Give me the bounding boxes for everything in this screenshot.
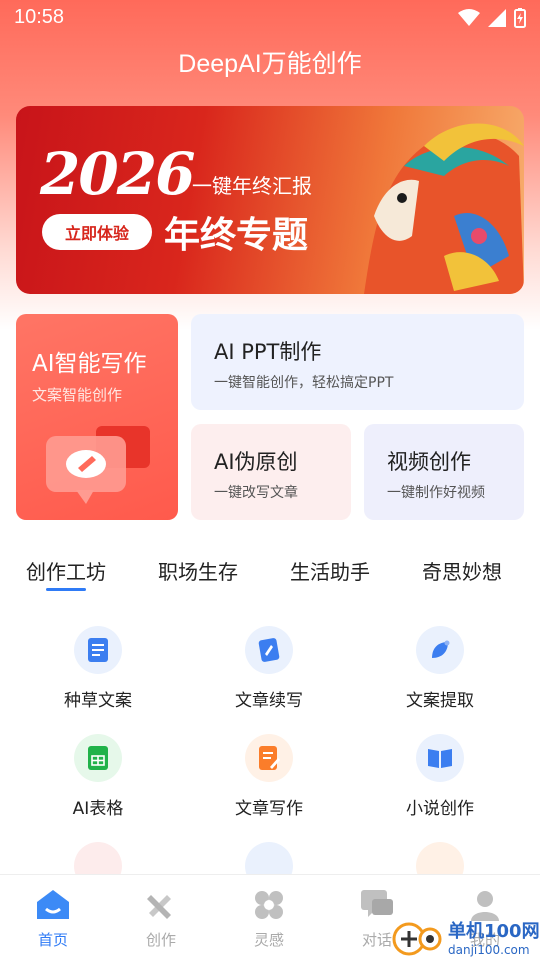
video-creation-card[interactable]: 视频创作 一键制作好视频: [364, 424, 524, 520]
ai-ppt-card[interactable]: AI PPT制作 一键智能创作，轻松搞定PPT: [191, 314, 524, 410]
watermark-url: danji100.com: [448, 943, 530, 957]
battery-icon: [514, 8, 526, 28]
tool-label: AI表格: [72, 799, 124, 819]
nav-inspiration[interactable]: 灵感: [234, 889, 304, 950]
inspiration-icon: [255, 891, 283, 919]
try-now-button[interactable]: 立即体验: [42, 214, 152, 250]
tool-label: 文章写作: [235, 799, 303, 819]
tool-label: 种草文案: [64, 691, 132, 711]
tab-active-indicator: [46, 588, 86, 591]
ai-ppt-title: AI PPT制作: [214, 340, 322, 364]
video-creation-subtitle: 一键制作好视频: [387, 485, 485, 501]
pen-card-icon: [245, 626, 293, 674]
tool-novel[interactable]: 小说创作: [370, 734, 510, 819]
tool-article-continue[interactable]: 文章续写: [199, 626, 339, 711]
chat-bubble-icon: [46, 426, 150, 504]
tab-life-helper[interactable]: 生活助手: [290, 556, 370, 585]
wifi-icon: [458, 9, 480, 26]
ai-rewrite-title: AI伪原创: [214, 450, 298, 474]
banner-subtitle: 一键年终汇报: [192, 174, 312, 198]
leaf-icon: [416, 626, 464, 674]
ai-rewrite-subtitle: 一键改写文章: [214, 485, 298, 501]
tools-icon: [147, 895, 171, 919]
ai-writing-title: AI智能写作: [32, 351, 147, 377]
watermark-name: 单机100网: [448, 921, 540, 942]
home-icon: [37, 890, 69, 919]
ai-writing-card[interactable]: AI智能写作 文案智能创作: [16, 314, 178, 520]
status-bar: 10:58: [0, 0, 540, 36]
book-icon: [416, 734, 464, 782]
doc-icon: [74, 626, 122, 674]
chat-icon: [361, 890, 393, 917]
ai-ppt-subtitle: 一键智能创作，轻松搞定PPT: [214, 375, 394, 391]
status-time: 10:58: [14, 6, 65, 28]
sheet-icon: [74, 734, 122, 782]
nav-create[interactable]: 创作: [126, 889, 196, 950]
doc-edit-icon: [245, 734, 293, 782]
tool-label: 文章续写: [235, 691, 303, 711]
nav-label: 首页: [37, 931, 68, 949]
tool-label: 文案提取: [406, 691, 474, 711]
banner-topic: 年终专题: [164, 214, 309, 256]
tool-label: 小说创作: [406, 799, 474, 819]
tab-workplace[interactable]: 职场生存: [158, 556, 238, 585]
tool-ai-sheet[interactable]: AI表格: [28, 734, 168, 819]
tool-article-writing[interactable]: 文章写作: [199, 734, 339, 819]
nav-home[interactable]: 首页: [18, 889, 88, 950]
tool-grass-copy[interactable]: 种草文案: [28, 626, 168, 711]
ai-rewrite-card[interactable]: AI伪原创 一键改写文章: [191, 424, 351, 520]
video-creation-title: 视频创作: [387, 450, 471, 474]
promo-banner[interactable]: 2026 一键年终汇报 立即体验 年终专题: [16, 106, 524, 294]
banner-year: 2026: [40, 140, 195, 208]
tab-creation-workshop[interactable]: 创作工坊: [26, 556, 106, 585]
nav-label: 创作: [145, 931, 176, 949]
category-tabs: 创作工坊 职场生存 生活助手 奇思妙想: [0, 556, 540, 596]
status-icons: [458, 8, 526, 28]
signal-icon: [488, 9, 506, 27]
tab-fantasy[interactable]: 奇思妙想: [422, 556, 502, 585]
nav-label: 灵感: [253, 931, 284, 949]
ai-writing-subtitle: 文案智能创作: [32, 386, 123, 404]
watermark-logo-icon: [392, 922, 442, 956]
tool-copy-extract[interactable]: 文案提取: [370, 626, 510, 711]
horse-illustration: [364, 123, 524, 294]
site-watermark: 单机100网 danji100.com: [392, 914, 540, 960]
page-title: DeepAI万能创作: [178, 50, 362, 78]
